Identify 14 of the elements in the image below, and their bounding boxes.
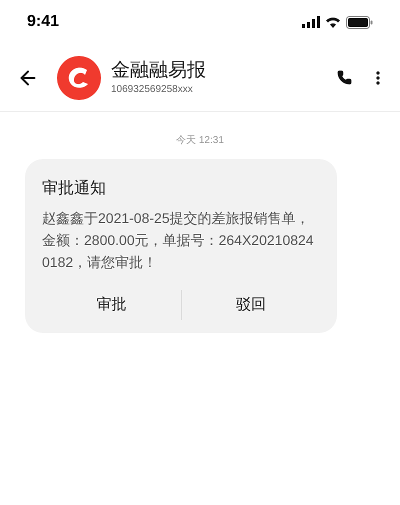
action-button[interactable]: 审批 xyxy=(88,290,134,320)
logo-icon xyxy=(57,56,101,100)
more-icon xyxy=(376,70,380,84)
message-timestamp: 今天 12:31 xyxy=(176,134,224,148)
signal-icon xyxy=(302,16,320,28)
action-button[interactable]: 驳回 xyxy=(228,290,274,320)
status-time: 9:41 xyxy=(27,12,60,32)
contact-name: 金融融易报 xyxy=(111,58,207,82)
phone-icon xyxy=(336,70,352,85)
battery-icon xyxy=(346,16,373,28)
contact-number: 106932569258xxx xyxy=(111,82,194,96)
message-title: 审批通知 xyxy=(42,178,107,199)
wifi-icon xyxy=(325,16,341,28)
message-body: 赵鑫鑫于2021-08-25提交的差旅报销售单，金额：2800.00元，单据号：264X202108240182，请您审批！ xyxy=(42,209,315,272)
